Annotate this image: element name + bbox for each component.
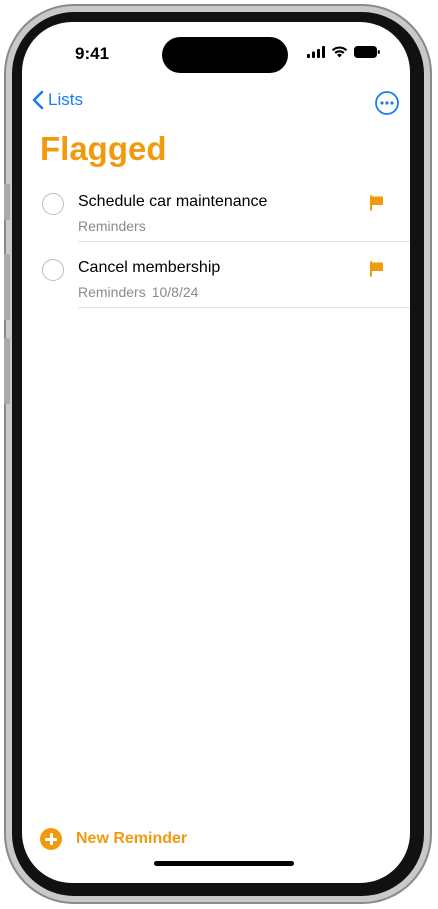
cellular-signal-icon: [307, 46, 325, 58]
reminder-list-name: Reminders: [78, 284, 146, 300]
reminder-title[interactable]: Schedule car maintenance: [78, 193, 267, 211]
volume-down-button: [4, 338, 10, 404]
action-button: [4, 184, 10, 220]
battery-icon: [354, 46, 380, 58]
new-reminder-label: New Reminder: [76, 830, 188, 847]
complete-toggle[interactable]: [42, 259, 64, 281]
page-title: Flagged: [40, 130, 167, 167]
reminder-date: 10/8/24: [151, 284, 199, 300]
new-reminder-button[interactable]: New Reminder: [40, 828, 187, 850]
status-icons: [307, 46, 380, 58]
reminder-list-name: Reminders: [78, 218, 146, 234]
chevron-left-icon: [32, 90, 44, 110]
divider: [78, 241, 410, 242]
back-label: Lists: [48, 90, 83, 109]
wifi-icon: [331, 46, 348, 58]
complete-toggle[interactable]: [42, 193, 64, 215]
plus-circle-icon: [40, 828, 62, 850]
dynamic-island: [162, 37, 288, 73]
status-time: 9:41: [75, 44, 110, 63]
nav-bar: Lists: [32, 90, 400, 118]
volume-up-button: [4, 254, 10, 320]
ellipsis-circle-icon[interactable]: [374, 90, 400, 116]
screen: 9:41 Lists Flagged Schedule car maintena…: [22, 22, 410, 883]
flag-icon: [370, 261, 383, 277]
flag-icon: [370, 195, 383, 211]
back-button[interactable]: Lists: [32, 90, 83, 110]
reminder-meta: Reminders 10/8/24: [78, 284, 198, 300]
reminder-meta: Reminders: [78, 218, 146, 234]
reminder-title[interactable]: Cancel membership: [78, 259, 220, 277]
divider: [78, 307, 410, 308]
home-indicator[interactable]: [154, 861, 294, 866]
